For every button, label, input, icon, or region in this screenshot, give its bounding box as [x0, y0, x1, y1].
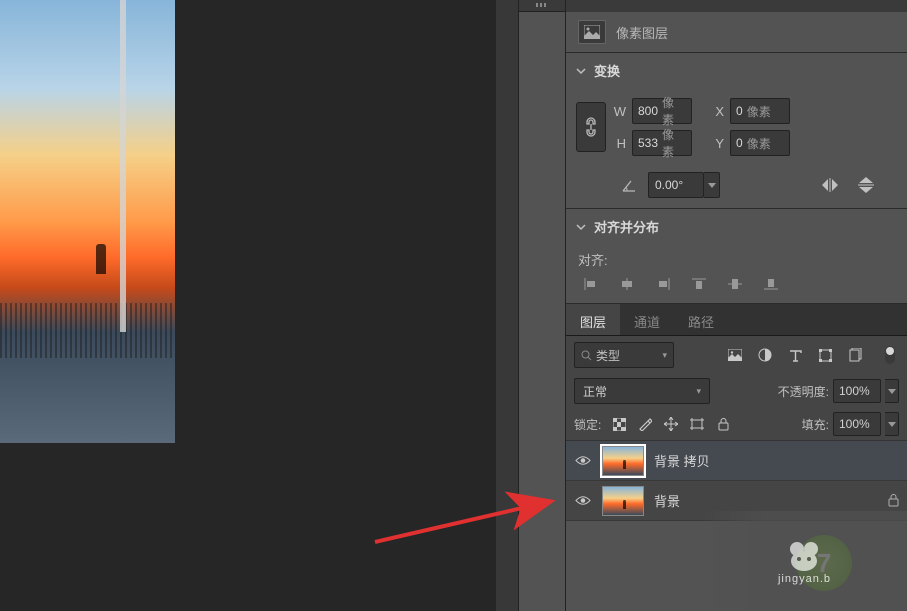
watermark-text: jingyan.b	[778, 573, 831, 585]
transform-header[interactable]: 变换	[566, 53, 907, 88]
layer-name[interactable]: 背景	[654, 491, 680, 510]
visibility-toggle-icon[interactable]	[574, 495, 592, 506]
y-label: Y	[710, 136, 724, 151]
layer-thumbnail[interactable]	[602, 486, 644, 516]
layer-thumbnail[interactable]	[602, 446, 644, 476]
panel-dock-strip[interactable]	[518, 0, 566, 611]
layer-list: 背景 拷贝 背景	[566, 440, 907, 521]
width-label: W	[612, 104, 626, 119]
height-input[interactable]: 533像素	[632, 130, 692, 156]
fill-dropdown[interactable]	[885, 412, 899, 436]
flip-vertical-icon[interactable]	[855, 176, 877, 194]
lock-indicator-icon	[888, 494, 899, 507]
visibility-toggle-icon[interactable]	[574, 455, 592, 466]
align-bottom-icon[interactable]	[764, 277, 778, 291]
filter-shape-icon[interactable]	[817, 347, 833, 363]
width-input[interactable]: 800像素	[632, 98, 692, 124]
opacity-input[interactable]: 100%	[833, 379, 881, 403]
chevron-down-icon	[576, 66, 586, 76]
search-icon	[581, 350, 592, 361]
filter-smartobject-icon[interactable]	[847, 347, 863, 363]
opacity-dropdown[interactable]	[885, 379, 899, 403]
fill-input[interactable]: 100%	[833, 412, 881, 436]
height-label: H	[612, 136, 626, 151]
transform-section: 变换 W 800像素 X 0像素	[566, 53, 907, 209]
align-title: 对齐并分布	[594, 217, 659, 236]
align-section: 对齐并分布 对齐:	[566, 209, 907, 304]
lock-pixels-icon[interactable]	[637, 416, 653, 432]
flip-horizontal-icon[interactable]	[819, 176, 841, 194]
lock-artboard-icon[interactable]	[689, 416, 705, 432]
canvas-image	[0, 0, 175, 443]
align-vcenter-icon[interactable]	[728, 277, 742, 291]
chevron-down-icon: ▾	[662, 350, 667, 361]
layers-panel: 图层 通道 路径 类型 ▾ 正常 ▾	[566, 304, 907, 521]
transform-title: 变换	[594, 61, 620, 80]
angle-icon	[620, 176, 638, 194]
link-dimensions-icon[interactable]	[576, 102, 606, 152]
tab-paths[interactable]: 路径	[674, 304, 728, 335]
lock-position-icon[interactable]	[663, 416, 679, 432]
chevron-down-icon: ▾	[696, 386, 701, 397]
filter-toggle[interactable]	[885, 346, 895, 364]
layer-type-label: 像素图层	[616, 23, 668, 42]
canvas-viewport[interactable]	[0, 0, 496, 611]
align-top-icon[interactable]	[692, 277, 706, 291]
layer-name[interactable]: 背景 拷贝	[654, 451, 710, 470]
scrollbar-vertical[interactable]	[496, 0, 518, 611]
align-header[interactable]: 对齐并分布	[566, 209, 907, 244]
rotation-input[interactable]: 0.00°	[648, 172, 704, 198]
align-label: 对齐:	[578, 250, 895, 269]
layer-type-row: 像素图层	[566, 12, 907, 52]
align-left-icon[interactable]	[584, 277, 598, 291]
x-input[interactable]: 0像素	[730, 98, 790, 124]
y-input[interactable]: 0像素	[730, 130, 790, 156]
blend-mode-select[interactable]: 正常 ▾	[574, 378, 710, 404]
type-filter-label: 类型	[596, 347, 658, 364]
layer-row[interactable]: 背景 拷贝	[566, 441, 907, 481]
fill-label: 填充:	[802, 416, 829, 433]
filter-type-icon[interactable]	[787, 347, 803, 363]
layers-tabs: 图层 通道 路径	[566, 304, 907, 336]
tab-layers[interactable]: 图层	[566, 304, 620, 335]
lock-all-icon[interactable]	[715, 416, 731, 432]
watermark: jingyan.b	[702, 511, 907, 611]
lock-label: 锁定:	[574, 416, 601, 433]
filter-adjustment-icon[interactable]	[757, 347, 773, 363]
opacity-label: 不透明度:	[778, 383, 829, 400]
lock-transparency-icon[interactable]	[611, 416, 627, 432]
chevron-down-icon	[576, 222, 586, 232]
pixel-layer-icon	[578, 20, 606, 44]
filter-pixel-icon[interactable]	[727, 347, 743, 363]
rotation-dropdown[interactable]	[704, 172, 720, 198]
x-label: X	[710, 104, 724, 119]
properties-panel: 像素图层	[566, 0, 907, 53]
layer-type-filter[interactable]: 类型 ▾	[574, 342, 674, 368]
align-right-icon[interactable]	[656, 277, 670, 291]
tab-channels[interactable]: 通道	[620, 304, 674, 335]
align-hcenter-icon[interactable]	[620, 277, 634, 291]
blend-mode-label: 正常	[583, 383, 696, 400]
